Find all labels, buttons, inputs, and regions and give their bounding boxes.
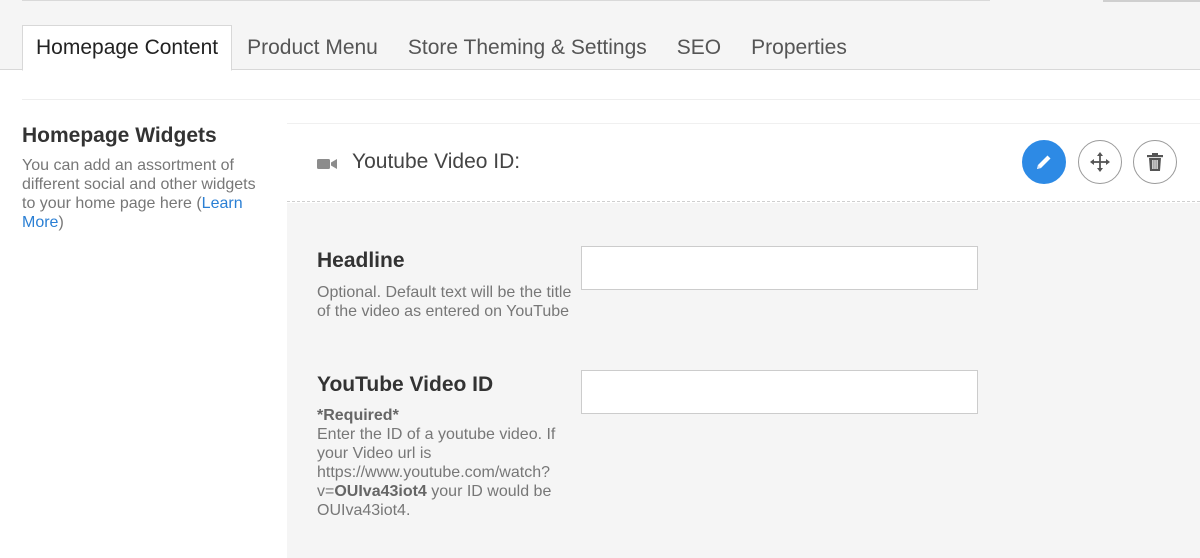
video-id-input[interactable] [581,370,978,414]
sidebar-title: Homepage Widgets [22,124,217,147]
widget-title: Youtube Video ID: [352,150,521,173]
video-id-help: *Required* Enter the ID of a youtube vide… [317,406,572,520]
tab-properties[interactable]: Properties [736,25,862,71]
video-camera-icon [317,159,337,169]
sidebar-description: You can add an assortment of different s… [22,156,272,232]
headline-label: Headline [317,249,405,272]
tab-product-menu[interactable]: Product Menu [232,25,393,71]
video-id-help-middle: your ID would be [426,483,552,500]
delete-widget-button[interactable] [1133,140,1177,184]
example-video-id: OUIva43iot4 [334,483,427,500]
pencil-icon [1037,155,1051,169]
move-widget-button[interactable] [1078,140,1122,184]
headline-input[interactable] [581,246,978,290]
required-note: *Required* [317,407,399,424]
widget-header: Youtube Video ID: [287,123,1200,202]
video-id-label: YouTube Video ID [317,373,494,396]
section-divider [22,99,1200,100]
tab-homepage-content[interactable]: Homepage Content [22,25,233,71]
sidebar-description-close: ) [58,214,64,231]
widget-form: Headline Optional. Default text will be … [287,203,1200,558]
top-divider [22,0,990,1]
example-video-id-plain: OUIva43iot4 [317,502,406,519]
sidebar-info: Homepage Widgets You can add an assortme… [22,124,272,232]
tab-bar: Homepage Content Product Menu Store Them… [22,25,862,71]
move-arrows-icon [1090,152,1110,172]
headline-help: Optional. Default text will be the title… [317,284,572,320]
edit-widget-button[interactable] [1022,140,1066,184]
tab-seo[interactable]: SEO [662,25,736,71]
top-divider-right [1103,0,1200,2]
video-id-help-end: . [405,502,411,519]
tab-store-theming-settings[interactable]: Store Theming & Settings [393,25,662,71]
trash-icon [1147,153,1163,171]
